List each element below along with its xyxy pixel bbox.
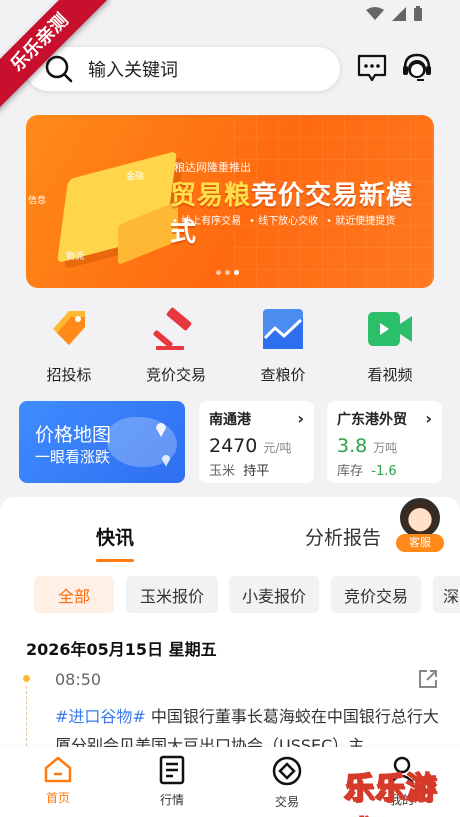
banner-feature: • 线上有序交易 bbox=[172, 216, 242, 227]
pagination-dot[interactable] bbox=[216, 270, 221, 275]
banner-feature: • 线下放心交收 bbox=[249, 216, 319, 227]
chip-all[interactable]: 全部 bbox=[34, 576, 114, 613]
banner-publisher: 粮达网隆重推出 bbox=[174, 161, 251, 174]
banner-headline-accent: 贸易粮 bbox=[170, 181, 252, 211]
tab-analysis-report[interactable]: 分析报告 bbox=[305, 523, 381, 550]
map-pin-icon bbox=[161, 455, 171, 467]
nav-label: 行情 bbox=[159, 793, 184, 807]
quick-action-label: 招投标 bbox=[46, 366, 92, 384]
tab-active-indicator bbox=[96, 559, 134, 562]
port-price-unit: 万吨 bbox=[373, 441, 398, 455]
status-icons bbox=[366, 6, 422, 21]
port-name: 广东港外贸 › bbox=[337, 409, 432, 428]
share-icon bbox=[419, 670, 437, 688]
battery-icon bbox=[414, 6, 422, 21]
tag-icon bbox=[45, 306, 93, 352]
nav-market[interactable]: 行情 bbox=[142, 755, 202, 808]
headset-icon bbox=[403, 53, 431, 81]
port-change: -1.6 bbox=[371, 464, 397, 479]
news-tag[interactable]: #进口谷物# bbox=[55, 707, 146, 726]
wifi-icon bbox=[366, 6, 384, 20]
site-watermark: 乐乐游戏 bbox=[343, 770, 437, 817]
message-button[interactable] bbox=[356, 52, 388, 88]
tab-flash-news[interactable]: 快讯 bbox=[96, 523, 134, 550]
port-card-guangdong[interactable]: 广东港外贸 › 3.8 万吨 库存 -1.6 bbox=[327, 401, 442, 483]
home-icon bbox=[44, 756, 72, 783]
port-name: 南通港 › bbox=[209, 409, 304, 428]
banner-features: • 线上有序交易 • 线下放心交收 • 就近便捷提货 bbox=[172, 212, 395, 227]
quick-action-grain-price[interactable]: 查粮价 bbox=[233, 306, 333, 386]
message-icon bbox=[357, 54, 387, 82]
customer-service-float[interactable]: 客服 bbox=[394, 498, 446, 562]
price-map-subtitle: 一眼看涨跌 bbox=[35, 448, 111, 466]
port-price-unit: 元/吨 bbox=[263, 441, 292, 455]
port-meta: 玉米 持平 bbox=[209, 464, 270, 479]
map-pin-icon bbox=[156, 423, 166, 437]
port-price: 2470 元/吨 bbox=[209, 435, 292, 457]
video-icon bbox=[366, 306, 414, 352]
avatar bbox=[400, 498, 440, 538]
pagination-dot[interactable] bbox=[225, 270, 230, 275]
nav-label: 交易 bbox=[274, 795, 299, 809]
price-map-title: 价格地图 bbox=[35, 424, 112, 446]
gavel-icon bbox=[152, 306, 200, 352]
chip-truncated[interactable]: 深 bbox=[433, 576, 460, 613]
timeline-dot bbox=[23, 675, 30, 682]
banner-pagination[interactable] bbox=[216, 270, 239, 275]
quick-action-label: 竞价交易 bbox=[145, 366, 206, 384]
quick-action-label: 查粮价 bbox=[260, 366, 306, 384]
timeline-line bbox=[26, 686, 27, 746]
chip-bidding[interactable]: 竞价交易 bbox=[331, 576, 421, 613]
port-card-nantong[interactable]: 南通港 › 2470 元/吨 玉米 持平 bbox=[199, 401, 314, 483]
chevron-right-icon: › bbox=[297, 409, 304, 428]
banner-label-finance: 金融 bbox=[126, 172, 145, 182]
feed-time: 08:50 bbox=[55, 670, 102, 689]
search-input[interactable]: 输入关键词 bbox=[26, 47, 340, 91]
port-meta: 库存 -1.6 bbox=[337, 464, 397, 479]
port-price: 3.8 万吨 bbox=[337, 435, 398, 457]
banner-label-info: 信息 bbox=[28, 196, 47, 206]
banner-label-logistics: 物流 bbox=[66, 252, 85, 262]
nav-home[interactable]: 首页 bbox=[28, 755, 88, 806]
signal-icon bbox=[392, 6, 406, 21]
search-placeholder: 输入关键词 bbox=[88, 60, 178, 81]
quick-action-video[interactable]: 看视频 bbox=[340, 306, 440, 386]
chevron-right-icon: › bbox=[425, 409, 432, 428]
target-icon bbox=[272, 756, 302, 786]
quick-action-bidding[interactable]: 竞价交易 bbox=[126, 306, 226, 386]
banner-feature: • 就近便捷提货 bbox=[326, 216, 396, 227]
chart-icon bbox=[259, 306, 307, 352]
quick-action-tender[interactable]: 招投标 bbox=[19, 306, 119, 386]
document-icon bbox=[159, 755, 185, 785]
feed-date: 2026年05月15日 星期五 bbox=[26, 640, 217, 659]
share-button[interactable] bbox=[418, 669, 438, 693]
nav-trade[interactable]: 交易 bbox=[257, 755, 317, 810]
pagination-dot-active[interactable] bbox=[234, 270, 239, 275]
chip-wheat-price[interactable]: 小麦报价 bbox=[229, 576, 319, 613]
chip-corn-price[interactable]: 玉米报价 bbox=[126, 576, 218, 613]
customer-service-button[interactable] bbox=[400, 51, 434, 89]
quick-action-label: 看视频 bbox=[367, 366, 413, 384]
port-change: 持平 bbox=[243, 464, 270, 479]
promo-banner[interactable]: 金融 信息 物流 粮达网隆重推出 贸易粮竞价交易新模式 • 线上有序交易 • 线… bbox=[26, 115, 434, 288]
price-map-card[interactable]: 价格地图 一眼看涨跌 bbox=[19, 401, 185, 483]
customer-service-label: 客服 bbox=[396, 534, 444, 552]
nav-label: 首页 bbox=[45, 791, 70, 805]
